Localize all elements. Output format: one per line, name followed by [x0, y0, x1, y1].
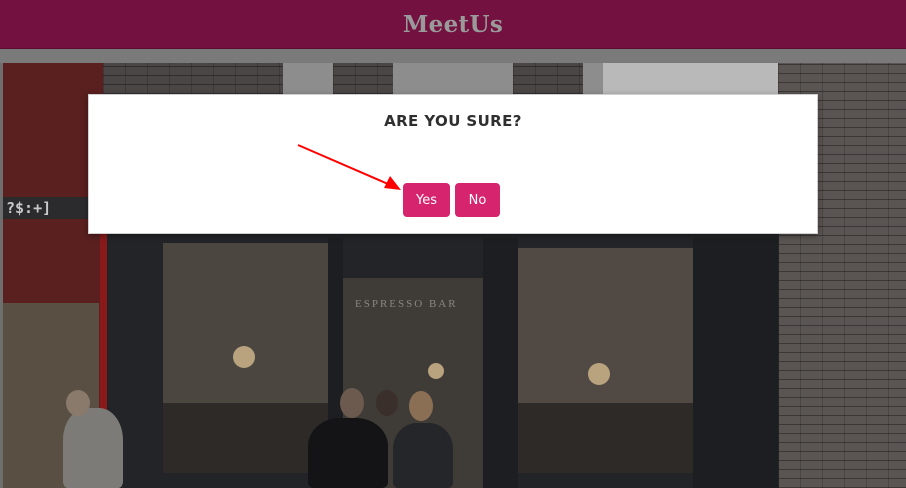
yes-button[interactable]: Yes: [403, 183, 450, 217]
storefront-window-right: [518, 248, 693, 473]
app-header: MeetUs: [0, 0, 906, 49]
pedestrian-head: [409, 391, 433, 421]
pedestrian: [308, 418, 388, 488]
no-button[interactable]: No: [455, 183, 500, 217]
pedestrian-head: [66, 390, 90, 416]
pedestrian: [393, 423, 453, 488]
pedestrian-head: [376, 390, 398, 416]
storefront-frame: [693, 238, 778, 488]
storefront-sign: ESPRESSO BAR: [355, 298, 458, 310]
storefront-frame: [483, 238, 518, 488]
pendant-lamp: [588, 363, 610, 385]
dialog-title: ARE YOU SURE?: [384, 112, 522, 130]
app-title: MeetUs: [402, 10, 504, 38]
pendant-lamp: [233, 346, 255, 368]
header-divider: [0, 49, 906, 63]
pendant-lamp: [428, 363, 444, 379]
pedestrian-head: [340, 388, 364, 418]
confirm-dialog: ARE YOU SURE? Yes No: [88, 94, 818, 234]
pedestrian: [63, 408, 123, 488]
